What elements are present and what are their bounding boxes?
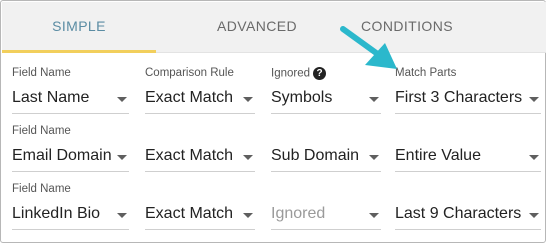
field-select-row2[interactable]: Email Domain xyxy=(12,145,129,172)
parts-value: First 3 Characters xyxy=(395,89,523,106)
parts-value: Entire Value xyxy=(395,147,481,164)
caret-down-icon xyxy=(369,97,379,102)
rule-select-row2[interactable]: Exact Match xyxy=(145,145,255,172)
rule-select-row1[interactable]: Exact Match xyxy=(145,87,255,114)
rule-value: Exact Match xyxy=(145,147,234,164)
caret-down-icon xyxy=(243,155,253,160)
ignored-select-row1[interactable]: Symbols xyxy=(271,87,381,114)
caret-down-icon xyxy=(117,97,127,102)
caret-down-icon xyxy=(529,213,539,218)
field-name-label: Field Name xyxy=(12,67,71,79)
ignored-value: Symbols xyxy=(271,89,333,106)
rule-value: Exact Match xyxy=(145,89,234,106)
caret-down-icon xyxy=(243,213,253,218)
caret-down-icon xyxy=(117,213,127,218)
caret-down-icon xyxy=(529,97,539,102)
field-name-label: Field Name xyxy=(12,183,71,195)
ignored-label-group: Ignored? xyxy=(271,67,327,80)
field-value: LinkedIn Bio xyxy=(12,205,101,222)
ignored-label: Ignored xyxy=(271,67,311,80)
ignored-select-row2[interactable]: Sub Domain xyxy=(271,145,381,172)
parts-select-row2[interactable]: Entire Value xyxy=(395,145,541,172)
tab-advanced[interactable]: ADVANCED xyxy=(182,2,332,52)
rule-value: Exact Match xyxy=(145,205,234,222)
ignored-select-row3[interactable]: Ignored xyxy=(271,203,381,230)
tab-bar: SIMPLE ADVANCED CONDITIONS xyxy=(2,2,546,53)
comparison-rule-label: Comparison Rule xyxy=(145,67,234,79)
parts-select-row3[interactable]: Last 9 Characters xyxy=(395,203,541,230)
ignored-placeholder: Ignored xyxy=(271,205,326,222)
caret-down-icon xyxy=(243,97,253,102)
field-value: Email Domain xyxy=(12,147,112,164)
question-circle-icon[interactable]: ? xyxy=(313,67,327,80)
field-select-row3[interactable]: LinkedIn Bio xyxy=(12,203,129,230)
caret-down-icon xyxy=(369,213,379,218)
ignored-value: Sub Domain xyxy=(271,147,360,164)
caret-down-icon xyxy=(529,155,539,160)
field-name-label: Field Name xyxy=(12,125,71,137)
caret-down-icon xyxy=(117,155,127,160)
tab-simple[interactable]: SIMPLE xyxy=(2,2,156,53)
caret-down-icon xyxy=(369,155,379,160)
parts-select-row1[interactable]: First 3 Characters xyxy=(395,87,541,114)
active-tab-indicator xyxy=(2,50,156,53)
rules-panel: SIMPLE ADVANCED CONDITIONS Field Name Co… xyxy=(0,0,546,243)
tab-advanced-label: ADVANCED xyxy=(217,18,297,34)
match-parts-label: Match Parts xyxy=(395,67,457,79)
pointer-arrow xyxy=(340,26,397,69)
parts-value: Last 9 Characters xyxy=(395,205,522,222)
rule-select-row3[interactable]: Exact Match xyxy=(145,203,255,230)
field-select-row1[interactable]: Last Name xyxy=(12,87,129,114)
field-value: Last Name xyxy=(12,89,90,106)
tab-simple-label: SIMPLE xyxy=(52,18,106,34)
